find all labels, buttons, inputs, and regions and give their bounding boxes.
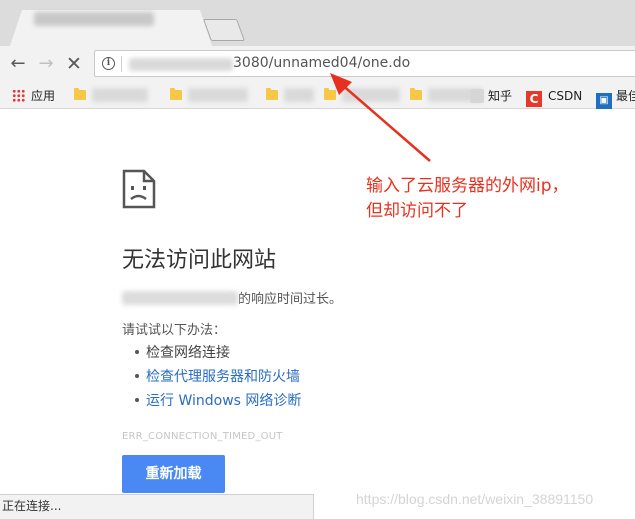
annotation-line-2: 但却访问不了 <box>366 201 468 221</box>
annotation-line-1: 输入了云服务器的外网ip， <box>366 176 569 196</box>
annotation-text: 输入了云服务器的外网ip， 但却访问不了 <box>366 174 635 224</box>
annotation-arrow-icon <box>330 73 431 162</box>
